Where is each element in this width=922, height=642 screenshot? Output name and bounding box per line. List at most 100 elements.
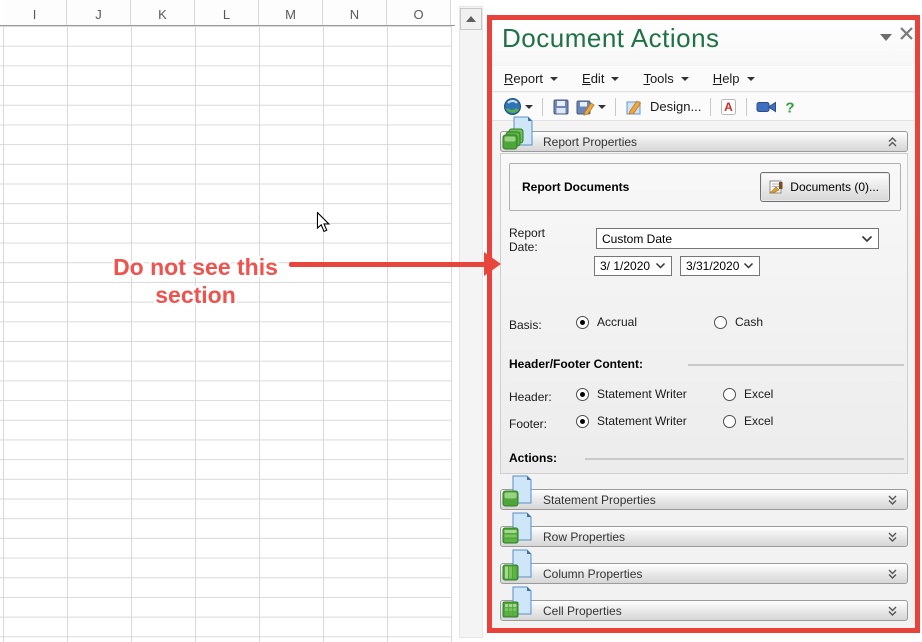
toolbar-separator: [746, 97, 748, 116]
chevron-double-up-icon[interactable]: [887, 136, 898, 148]
mouse-cursor-icon: [316, 212, 331, 233]
spreadsheet: I J K L M N O: [0, 0, 456, 642]
video-camera-icon: [756, 101, 777, 112]
pane-title: Document Actions: [502, 23, 720, 53]
column-header[interactable]: N: [323, 0, 387, 25]
save-icon: [553, 99, 569, 114]
footer-excel-option[interactable]: Excel: [723, 414, 773, 428]
radio-button[interactable]: [723, 387, 736, 401]
actions-label: Actions:: [509, 451, 557, 465]
close-icon[interactable]: [900, 27, 913, 40]
header-excel-option[interactable]: Excel: [723, 387, 773, 401]
report-date-label: Report Date:: [509, 226, 546, 254]
footer-label: Footer:: [509, 417, 548, 431]
pane-menu-caret-icon[interactable]: [880, 34, 892, 41]
report-documents-groupbox: Report Documents Documents (0)...: [509, 163, 901, 211]
video-help-button[interactable]: [753, 97, 780, 117]
header-statement-writer-option[interactable]: Statement Writer: [576, 387, 687, 401]
chevron-double-down-icon[interactable]: [887, 494, 898, 506]
date-from-picker[interactable]: 3/ 1/2020: [594, 256, 672, 276]
save-edit-icon: [576, 100, 595, 116]
refresh-globe-icon: [504, 98, 521, 115]
date-preset-select[interactable]: Custom Date: [596, 228, 879, 249]
basis-accrual-option[interactable]: Accrual: [576, 315, 637, 329]
report-properties-content: Report Documents Documents (0)... Report…: [500, 153, 908, 474]
svg-text:A: A: [724, 100, 733, 114]
column-header[interactable]: J: [67, 0, 131, 25]
chevron-down-icon: [680, 76, 689, 81]
column-header[interactable]: K: [131, 0, 195, 25]
scroll-up-button[interactable]: [460, 8, 482, 30]
section-title: Report Properties: [543, 134, 638, 149]
divider: [688, 364, 904, 366]
footer-statement-writer-option[interactable]: Statement Writer: [576, 414, 687, 428]
basis-label: Basis:: [509, 318, 542, 332]
column-header[interactable]: M: [259, 0, 323, 25]
annotation-arrow: [289, 262, 486, 267]
radio-button[interactable]: [723, 414, 736, 428]
chevron-down-icon: [525, 104, 533, 109]
annotation-line1: Do not see this: [113, 254, 278, 280]
section-title: Statement Properties: [543, 492, 656, 507]
section-title: Row Properties: [543, 529, 626, 544]
header-label: Header:: [509, 390, 552, 404]
chevron-double-down-icon[interactable]: [887, 531, 898, 543]
section-statement-properties[interactable]: Statement Properties: [500, 489, 908, 510]
section-column-properties[interactable]: Column Properties: [500, 563, 908, 584]
toolbar-separator: [542, 97, 543, 116]
menu-help[interactable]: Help: [713, 71, 755, 86]
date-to-value: 3/31/2020: [686, 259, 740, 273]
basis-accrual-label: Accrual: [597, 315, 638, 329]
row-properties-icon: [502, 512, 532, 544]
report-properties-icon: [502, 116, 533, 150]
question-mark-icon: ?: [786, 99, 795, 116]
menu-report[interactable]: Report: [504, 71, 559, 86]
chevron-down-icon: [655, 262, 666, 269]
document-form-icon: [769, 180, 783, 194]
date-preset-value: Custom Date: [602, 231, 673, 246]
chevron-down-icon: [598, 104, 606, 109]
section-cell-properties[interactable]: Cell Properties: [500, 600, 908, 621]
report-documents-label: Report Documents: [522, 180, 630, 194]
radio-button[interactable]: [576, 414, 589, 428]
header-statement-writer-label: Statement Writer: [597, 387, 687, 401]
annotation-line2: section: [155, 282, 236, 308]
chevron-double-down-icon[interactable]: [887, 605, 898, 617]
radio-button[interactable]: [714, 315, 727, 329]
save-button[interactable]: [549, 96, 573, 118]
divider: [585, 458, 904, 460]
design-button[interactable]: Design...: [622, 96, 704, 118]
column-properties-icon: [502, 549, 532, 581]
radio-button[interactable]: [576, 315, 589, 329]
header-excel-label: Excel: [744, 387, 774, 401]
save-as-button[interactable]: [573, 96, 609, 118]
date-to-picker[interactable]: 3/31/2020: [680, 256, 760, 276]
column-headers: I J K L M N O: [3, 0, 451, 25]
menu-tools[interactable]: Tools: [643, 71, 689, 86]
chevron-down-icon: [550, 76, 559, 81]
section-report-properties[interactable]: Report Properties: [500, 131, 908, 152]
footer-statement-writer-label: Statement Writer: [597, 414, 687, 428]
documents-button[interactable]: Documents (0)...: [760, 172, 890, 202]
help-button[interactable]: ?: [780, 96, 800, 118]
annotation-arrowhead-icon: [484, 252, 501, 276]
vertical-scrollbar[interactable]: [459, 6, 483, 638]
basis-cash-option[interactable]: Cash: [714, 315, 763, 329]
section-row-properties[interactable]: Row Properties: [500, 526, 908, 547]
header-footer-content-label: Header/Footer Content:: [509, 357, 644, 371]
section-title: Cell Properties: [543, 603, 622, 618]
column-header[interactable]: L: [195, 0, 259, 25]
toolbar-separator: [710, 97, 712, 116]
column-header[interactable]: I: [3, 0, 67, 25]
worksheet-grid[interactable]: [0, 26, 452, 642]
column-header[interactable]: O: [387, 0, 451, 25]
toolbar-separator: [615, 97, 616, 116]
menubar: Report Edit Tools Help: [492, 66, 915, 92]
statement-properties-icon: [502, 475, 532, 507]
export-pdf-button[interactable]: A: [717, 96, 740, 118]
chevron-double-down-icon[interactable]: [887, 568, 898, 580]
documents-button-label: Documents (0)...: [790, 180, 879, 194]
menu-edit[interactable]: Edit: [582, 71, 620, 86]
radio-button[interactable]: [576, 387, 589, 401]
document-actions-pane: Document Actions Report Edit Tools Help: [487, 15, 920, 633]
